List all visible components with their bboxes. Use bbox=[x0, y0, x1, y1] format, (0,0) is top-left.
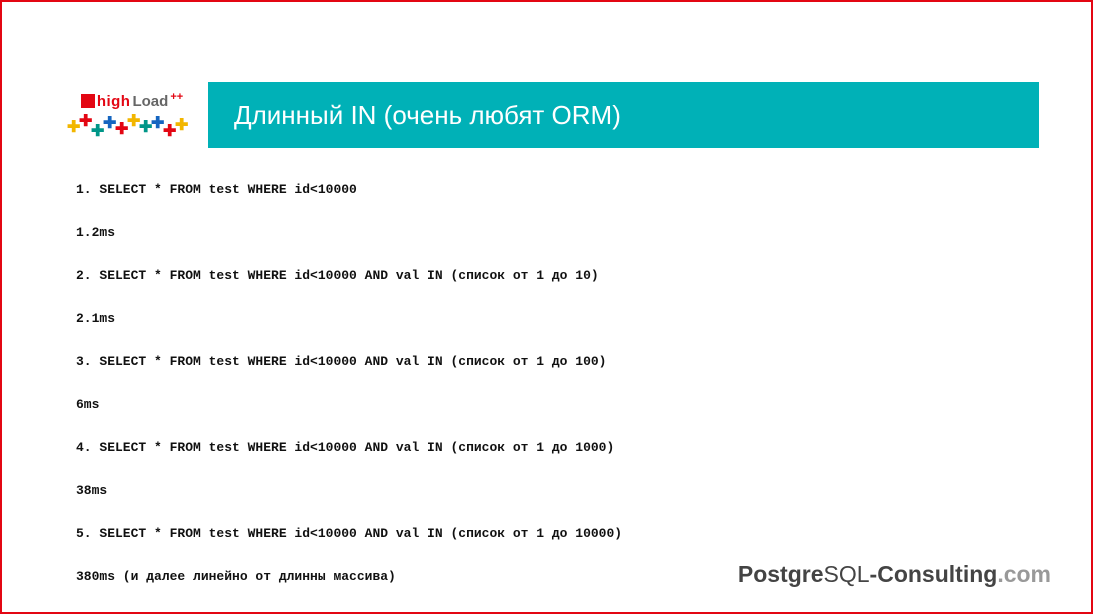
footer-p2: SQL bbox=[824, 561, 870, 587]
code-line: 3. SELECT * FROM test WHERE id<10000 AND… bbox=[76, 354, 1031, 369]
footer-p4: .com bbox=[997, 561, 1051, 587]
code-line: 38ms bbox=[76, 483, 1031, 498]
title-bar: Длинный IN (очень любят ORM) bbox=[208, 82, 1039, 148]
footer-logo: PostgreSQL-Consulting.com bbox=[738, 561, 1051, 588]
highload-wordmark: high Load ++ bbox=[81, 93, 183, 110]
confetti-decoration: ✚✚✚✚✚✚✚✚✚✚ bbox=[67, 114, 197, 138]
plus-icon: ✚ bbox=[175, 118, 188, 134]
slide: high Load ++ ✚✚✚✚✚✚✚✚✚✚ Длинный IN (очен… bbox=[0, 0, 1093, 614]
code-line: 2.1ms bbox=[76, 311, 1031, 326]
footer-p1: Postgre bbox=[738, 561, 824, 587]
footer-p3: Consulting bbox=[877, 561, 997, 587]
logo-part-load: Load bbox=[132, 93, 168, 110]
code-line: 1. SELECT * FROM test WHERE id<10000 bbox=[76, 182, 1031, 197]
logo-part-high: high bbox=[97, 93, 131, 110]
code-line: 5. SELECT * FROM test WHERE id<10000 AND… bbox=[76, 526, 1031, 541]
code-line: 6ms bbox=[76, 397, 1031, 412]
slide-content: 1. SELECT * FROM test WHERE id<10000 1.2m… bbox=[76, 182, 1031, 612]
code-line: 1.2ms bbox=[76, 225, 1031, 240]
logo-plus: ++ bbox=[170, 91, 183, 103]
header: high Load ++ ✚✚✚✚✚✚✚✚✚✚ Длинный IN (очен… bbox=[62, 82, 1091, 148]
highload-logo: high Load ++ ✚✚✚✚✚✚✚✚✚✚ bbox=[62, 82, 202, 148]
highload-glyph-icon bbox=[81, 94, 95, 108]
slide-title: Длинный IN (очень любят ORM) bbox=[234, 100, 621, 131]
code-line: 4. SELECT * FROM test WHERE id<10000 AND… bbox=[76, 440, 1031, 455]
code-line: 2. SELECT * FROM test WHERE id<10000 AND… bbox=[76, 268, 1031, 283]
